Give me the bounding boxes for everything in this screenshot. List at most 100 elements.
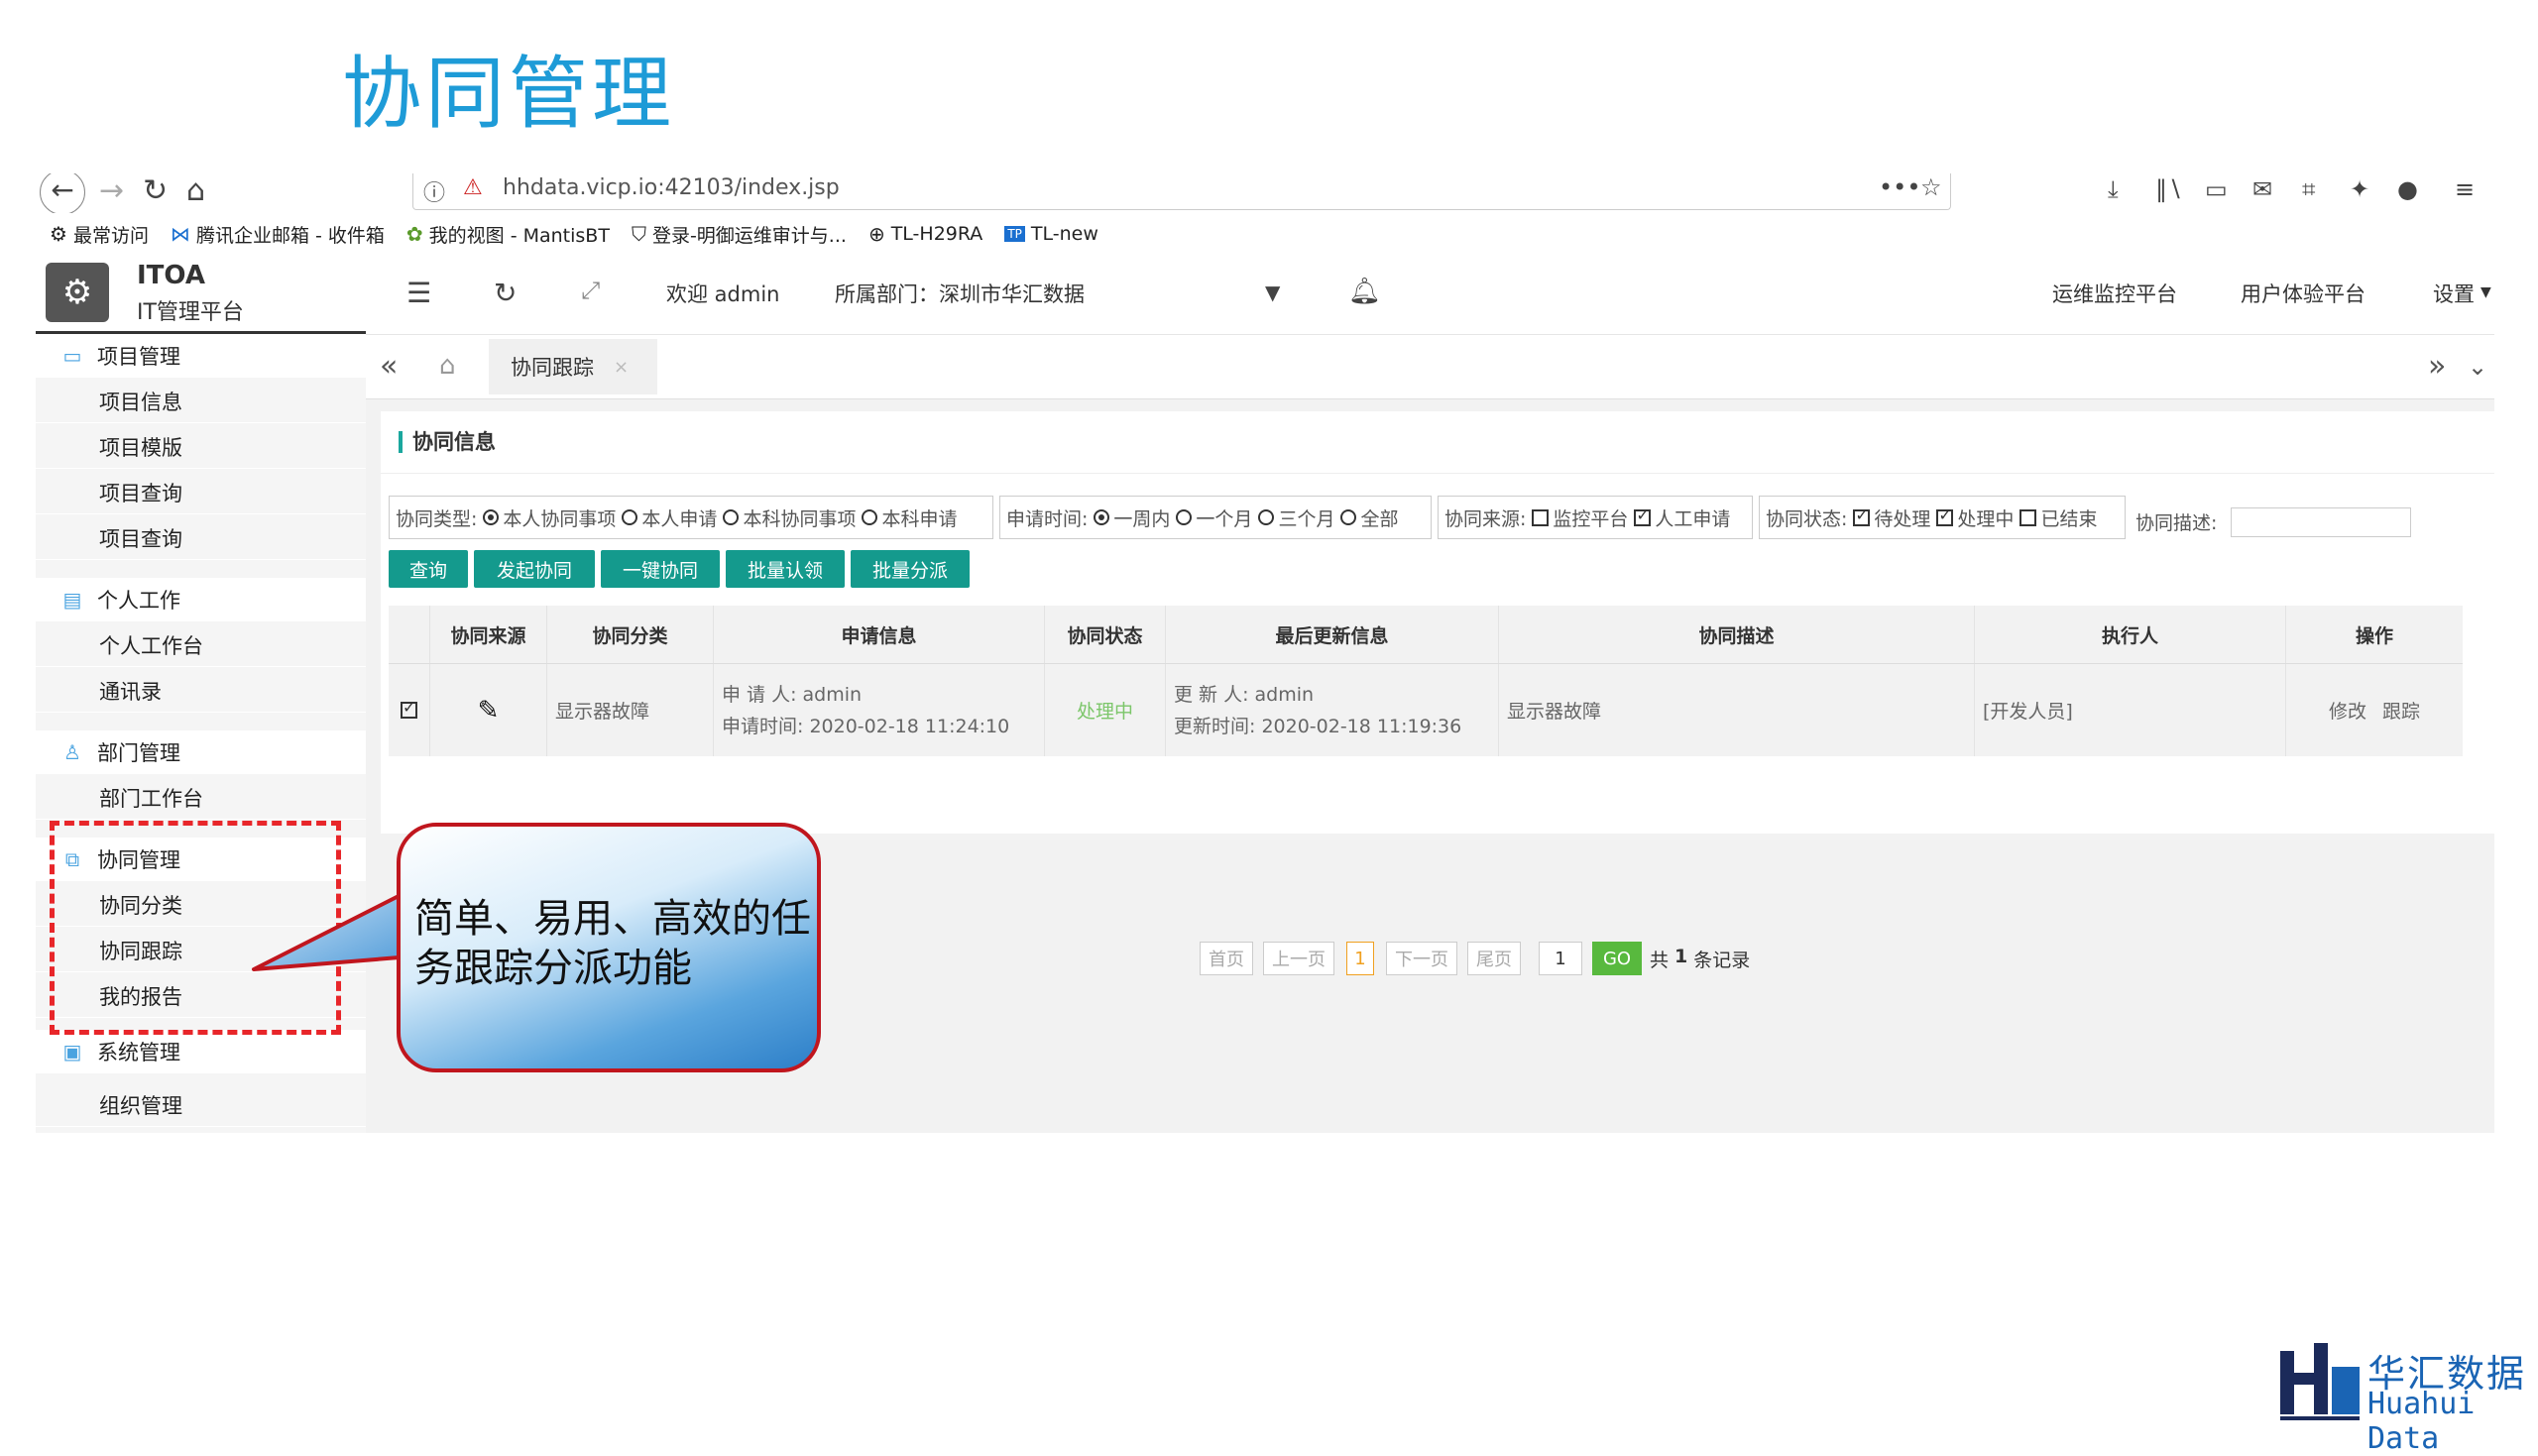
first-page-button[interactable]: 首页: [1200, 942, 1253, 975]
callout-pointer: [252, 890, 413, 971]
globe-icon: ⊕: [867, 222, 885, 246]
info-icon[interactable]: ⓘ: [423, 175, 445, 207]
sidebar-item-contacts[interactable]: 通讯录: [36, 669, 366, 713]
go-button[interactable]: GO: [1592, 942, 1642, 975]
checkbox-option[interactable]: 处理中: [1936, 504, 2014, 531]
close-icon[interactable]: ×: [614, 357, 629, 378]
settings-caret-icon[interactable]: ▼: [2480, 284, 2491, 300]
url-bar[interactable]: ⓘ ⚠ hhdata.vicp.io:42103/index.jsp ••• ☆: [412, 173, 1951, 210]
bookmark-item[interactable]: ⚙ 最常访问: [50, 221, 149, 248]
chevron-down-icon[interactable]: ▼: [1265, 280, 1280, 304]
bookmark-item[interactable]: ✿ 我的视图 - MantisBT: [406, 221, 610, 248]
header-link-settings[interactable]: 设置: [2433, 279, 2475, 308]
tab-collab-tracking[interactable]: 协同跟踪 ×: [489, 339, 657, 394]
double-chevron-right-icon[interactable]: »: [2428, 349, 2446, 384]
chat-icon[interactable]: ✉: [2252, 175, 2272, 203]
checkbox-checked-icon[interactable]: [401, 698, 417, 719]
sidebar-item-workbench[interactable]: 个人工作台: [36, 623, 366, 667]
checkbox-option[interactable]: 待处理: [1853, 504, 1930, 531]
header-link-monitor[interactable]: 运维监控平台: [2052, 279, 2177, 308]
home-icon[interactable]: ⌂: [439, 351, 456, 381]
radio-icon: [1340, 509, 1357, 525]
sidebar-group-personal[interactable]: ▤ 个人工作: [36, 578, 366, 621]
radio-option[interactable]: 本人申请: [622, 504, 717, 531]
menu-toggle-icon[interactable]: ☰: [406, 277, 431, 309]
checkbox-option[interactable]: 已结束: [2019, 504, 2097, 531]
batch-claim-button[interactable]: 批量认领: [726, 550, 845, 588]
radio-option[interactable]: 本科协同事项: [723, 504, 856, 531]
track-link[interactable]: 跟踪: [2382, 697, 2420, 724]
total-prefix: 共: [1650, 950, 1670, 971]
star-icon[interactable]: ☆: [1920, 173, 1942, 201]
current-page-button[interactable]: 1: [1346, 942, 1374, 975]
initiate-collab-button[interactable]: 发起协同: [474, 550, 595, 588]
header-status: 协同状态: [1045, 606, 1166, 663]
chevron-down-icon[interactable]: ⌄: [2468, 353, 2487, 381]
prev-page-button[interactable]: 上一页: [1263, 942, 1334, 975]
app-logo[interactable]: ⚙ ITOA IT管理平台: [36, 255, 366, 334]
option-label: 本人申请: [641, 507, 718, 530]
radio-option[interactable]: 全部: [1340, 504, 1398, 531]
next-page-button[interactable]: 下一页: [1386, 942, 1457, 975]
bookmark-item[interactable]: ⊕ TL-H29RA: [868, 222, 982, 246]
query-button[interactable]: 查询: [389, 550, 468, 588]
mail-icon: ⋈: [170, 222, 190, 246]
last-page-button[interactable]: 尾页: [1467, 942, 1521, 975]
fullscreen-icon[interactable]: ⤢: [581, 277, 600, 304]
page-jump-input[interactable]: 1: [1539, 942, 1582, 975]
one-click-collab-button[interactable]: 一键协同: [601, 550, 720, 588]
header-category: 协同分类: [547, 606, 714, 663]
extension-icon[interactable]: ✦: [2350, 175, 2369, 203]
checkbox-checked-icon: [1853, 505, 1871, 526]
sidebar-item-dept-workbench[interactable]: 部门工作台: [36, 776, 366, 820]
sidebar-item-project-template[interactable]: 项目模版: [36, 425, 366, 469]
radio-option[interactable]: 本人协同事项: [483, 504, 616, 531]
edit-link[interactable]: 修改: [2329, 697, 2366, 724]
sidebar-group-system[interactable]: ▣ 系统管理: [36, 1030, 366, 1073]
sidebar-item-project-info[interactable]: 项目信息: [36, 380, 366, 423]
checkbox-option[interactable]: 人工申请: [1634, 504, 1730, 531]
forward-icon[interactable]: →: [99, 173, 124, 208]
home-icon[interactable]: ⌂: [186, 173, 205, 208]
download-icon[interactable]: ⤓: [2108, 175, 2119, 203]
applicant-text: 申 请 人: admin: [722, 683, 863, 706]
bell-icon[interactable]: 🔔︎: [1348, 277, 1381, 306]
sidebar-item-org[interactable]: 组织管理: [36, 1083, 366, 1127]
reload-icon[interactable]: ↻: [143, 173, 168, 208]
row-select[interactable]: [389, 664, 430, 756]
radio-icon: [622, 509, 638, 525]
crop-icon[interactable]: ⌗: [2302, 175, 2316, 203]
radio-icon: [862, 509, 878, 525]
library-icon[interactable]: ∥∖: [2155, 175, 2182, 203]
radio-icon: [1258, 509, 1275, 525]
sidebar-group-department[interactable]: ♙ 部门管理: [36, 730, 366, 774]
sidebar-item-project-query[interactable]: 项目查询: [36, 471, 366, 514]
radio-option[interactable]: 一个月: [1176, 504, 1252, 531]
filter-label: 协同状态:: [1766, 507, 1848, 530]
radio-option[interactable]: 本科申请: [862, 504, 957, 531]
radio-option[interactable]: 三个月: [1258, 504, 1334, 531]
sidebar-group-project[interactable]: ▭ 项目管理: [36, 334, 366, 378]
double-chevron-left-icon[interactable]: «: [380, 349, 398, 384]
description-input[interactable]: [2231, 507, 2411, 537]
refresh-icon[interactable]: ↻: [494, 277, 517, 309]
url-text[interactable]: hhdata.vicp.io:42103/index.jsp: [503, 175, 840, 200]
header-link-experience[interactable]: 用户体验平台: [2241, 279, 2365, 308]
sidebar-group-label: 项目管理: [97, 345, 180, 369]
bookmark-item[interactable]: ⛉ 登录-明御运维审计与...: [632, 221, 847, 248]
more-icon[interactable]: •••: [1879, 173, 1920, 201]
checkbox-option[interactable]: 监控平台: [1532, 504, 1628, 531]
back-icon[interactable]: ←: [40, 173, 85, 215]
bookmark-item[interactable]: ⋈ 腾讯企业邮箱 - 收件箱: [171, 221, 385, 248]
bookmark-label: TL-new: [1030, 223, 1098, 245]
radio-option[interactable]: 一周内: [1094, 504, 1170, 531]
sidebar-icon[interactable]: ▭: [2205, 175, 2228, 203]
insecure-lock-icon[interactable]: ⚠: [463, 175, 483, 200]
gear-icon: ⚙: [50, 222, 67, 246]
welcome-text: 欢迎 admin: [666, 282, 780, 306]
menu-icon[interactable]: ≡: [2455, 175, 2475, 203]
sidebar-item-project-query-2[interactable]: 项目查询: [36, 516, 366, 560]
batch-assign-button[interactable]: 批量分派: [851, 550, 970, 588]
account-icon[interactable]: ●: [2397, 175, 2418, 203]
bookmark-item[interactable]: TP TL-new: [1004, 223, 1098, 245]
